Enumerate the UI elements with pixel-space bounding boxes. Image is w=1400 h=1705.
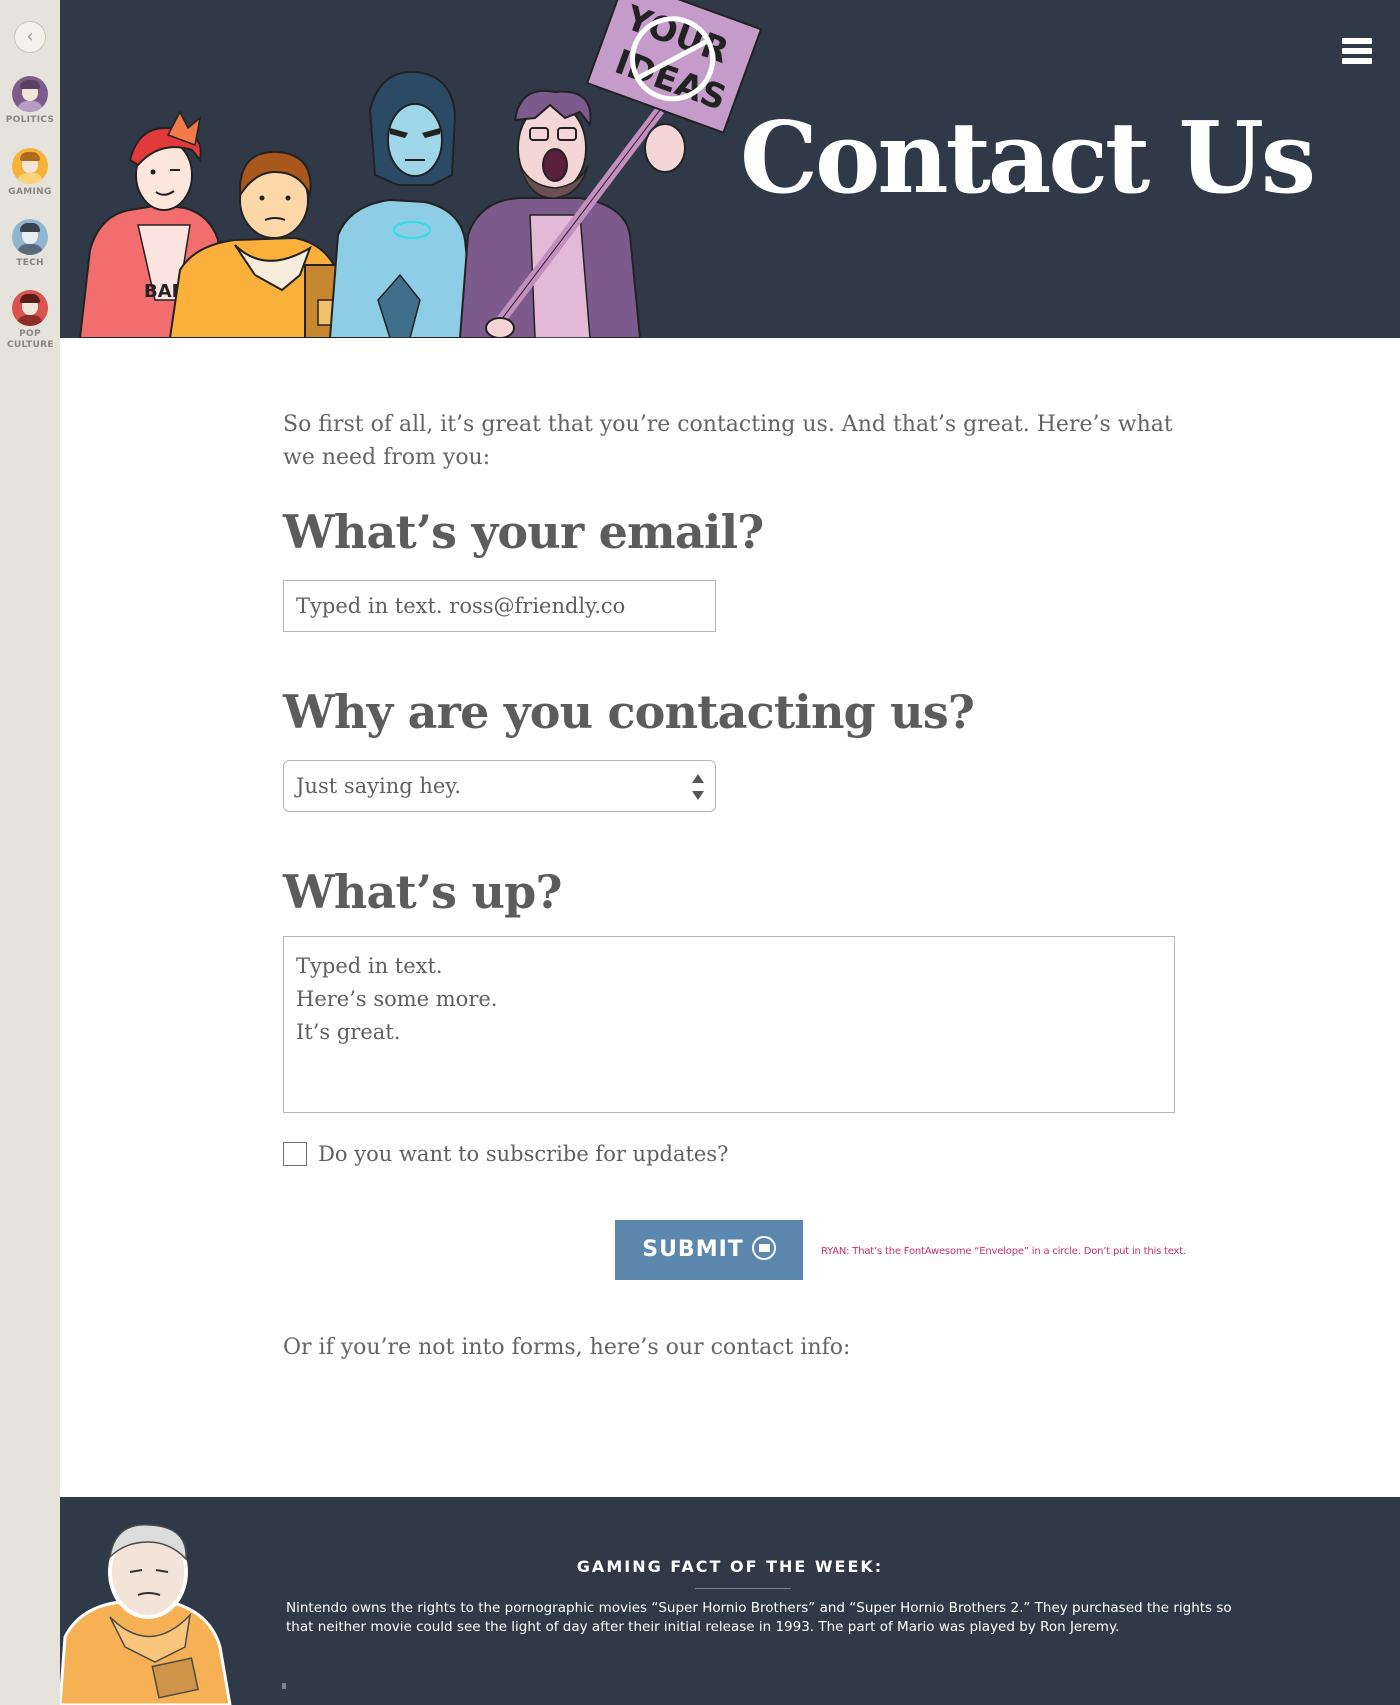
message-textarea[interactable]: Typed in text. Here’s some more. It’s gr… bbox=[283, 936, 1175, 1113]
gaming-character-sketch bbox=[60, 1524, 232, 1705]
message-line: Typed in text. bbox=[296, 954, 443, 978]
category-tech[interactable]: TECH bbox=[0, 219, 60, 269]
character-blue-android bbox=[328, 70, 477, 338]
fact-title: GAMING FACT OF THE WEEK: bbox=[576, 1557, 884, 1576]
menu-button[interactable] bbox=[1342, 38, 1372, 68]
category-pop-culture[interactable]: POP CULTURE bbox=[0, 290, 60, 351]
category-label-politics: POLITICS bbox=[5, 115, 55, 125]
select-arrows-icon bbox=[692, 774, 704, 800]
reason-select[interactable]: Just saying hey. bbox=[283, 760, 716, 812]
intro-text: So first of all, it’s great that you’re … bbox=[283, 412, 1173, 470]
message-line: Here’s some more. bbox=[296, 987, 498, 1011]
page-header: BAND YOUR IDEAS Contact Us bbox=[60, 0, 1400, 338]
subscribe-checkbox[interactable] bbox=[283, 1142, 307, 1166]
politics-avatar-icon bbox=[12, 76, 48, 112]
email-field[interactable]: Typed in text. ross@friendly.co bbox=[283, 580, 716, 632]
character-purple-protester: YOUR IDEAS bbox=[458, 0, 763, 338]
message-line: It’s great. bbox=[296, 1020, 401, 1044]
category-label-pop-culture: POP CULTURE bbox=[7, 329, 54, 350]
contact-info-intro: Or if you’re not into forms, here’s our … bbox=[283, 1335, 851, 1360]
designer-note: RYAN: That’s the FontAwesome “Envelope” … bbox=[821, 1246, 1186, 1257]
fact-text: Nintendo owns the rights to the pornogra… bbox=[286, 1600, 1232, 1635]
envelope-circle-icon bbox=[751, 1236, 776, 1260]
category-label-gaming: GAMING bbox=[8, 187, 52, 197]
back-button[interactable]: ‹ bbox=[14, 21, 46, 53]
pop-culture-avatar-icon bbox=[12, 290, 48, 326]
category-rail: ‹ POLITICS GAMING TECH POP CULTURE bbox=[0, 0, 60, 1705]
reason-selected-value: Just saying hey. bbox=[296, 774, 462, 798]
gaming-avatar-icon bbox=[12, 148, 48, 184]
category-label-tech: TECH bbox=[16, 258, 44, 268]
subscribe-label: Do you want to subscribe for updates? bbox=[318, 1142, 729, 1166]
scroll-marker bbox=[282, 1683, 286, 1689]
tech-avatar-icon bbox=[12, 219, 48, 255]
fact-divider bbox=[695, 1588, 791, 1589]
hero-characters-illustration: BAND YOUR IDEAS bbox=[78, 0, 763, 338]
submit-label: SUBMIT bbox=[642, 1237, 744, 1262]
page-title: Contact Us bbox=[740, 101, 1316, 216]
hamburger-menu-icon bbox=[1342, 38, 1372, 64]
chevron-left-icon: ‹ bbox=[26, 26, 34, 47]
category-gaming[interactable]: GAMING bbox=[0, 148, 60, 198]
email-question: What’s your email? bbox=[283, 505, 764, 559]
category-politics[interactable]: POLITICS bbox=[0, 76, 60, 126]
fact-footer: GAMING FACT OF THE WEEK: Nintendo owns t… bbox=[60, 1497, 1400, 1705]
message-question: What’s up? bbox=[283, 865, 562, 919]
reason-question: Why are you contacting us? bbox=[283, 685, 975, 739]
subscribe-option[interactable]: Do you want to subscribe for updates? bbox=[283, 1142, 728, 1170]
submit-button[interactable]: SUBMIT bbox=[615, 1220, 803, 1280]
